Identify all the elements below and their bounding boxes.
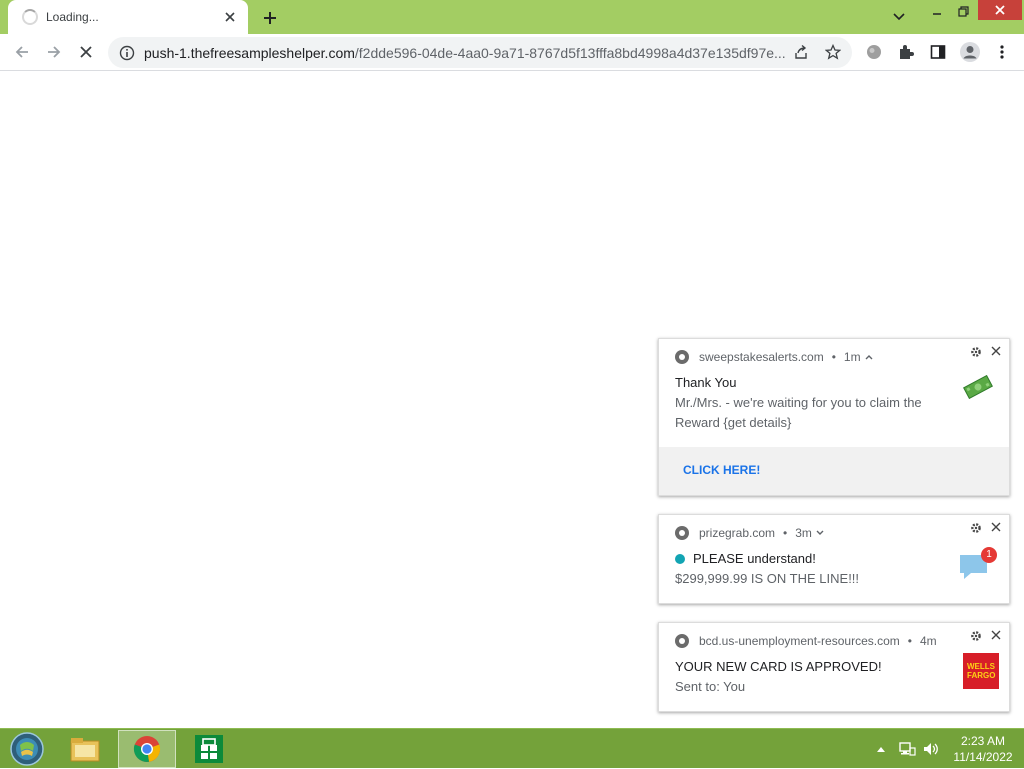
notification-body: $299,999.99 IS ON THE LINE!!! [675,571,860,586]
extensions-puzzle-icon[interactable] [894,40,918,64]
system-clock[interactable]: 2:23 AM 11/14/2022 [948,733,1018,765]
network-icon[interactable] [896,729,918,769]
tab-title: Loading... [46,10,99,24]
side-panel-icon[interactable] [926,40,950,64]
notification-title-text: PLEASE understand! [693,551,816,566]
separator-dot: • [907,634,912,648]
chrome-icon [675,526,689,540]
notification-header: bcd.us-unemployment-resources.com • 4m [675,633,937,649]
chrome-icon [675,634,689,648]
expand-chevron-icon[interactable] [816,528,824,538]
url-path: /f2dde596-04de-4aa0-9a71-8767d5f13fffa8b… [354,44,786,61]
taskbar: 2:23 AM 11/14/2022 [0,728,1024,768]
new-tab-button[interactable] [258,6,282,30]
notification-settings-gear-icon[interactable] [969,521,983,535]
stop-loading-button[interactable] [74,40,98,64]
loading-spinner-icon [22,9,38,25]
file-explorer-icon[interactable] [62,730,108,768]
url-host: push-1.thefreesampleshelper.com [144,44,355,61]
separator-dot: • [831,350,836,364]
notification-header: prizegrab.com • 3m [675,525,824,541]
notification-settings-gear-icon[interactable] [969,345,983,359]
cash-icon [963,374,993,400]
notification-card[interactable]: prizegrab.com • 3m PLEASE understand! $2… [658,514,1010,604]
click-here-button[interactable]: CLICK HERE! [683,463,760,477]
tab-search-chevron-icon[interactable] [886,6,912,28]
volume-icon[interactable] [920,729,942,769]
notification-card[interactable]: bcd.us-unemployment-resources.com • 4m Y… [658,622,1010,712]
browser-tab[interactable]: Loading... [8,0,248,34]
notification-title: PLEASE understand! [675,551,816,566]
wells-fargo-logo-text: WELLS FARGO [967,662,996,680]
notification-time: 1m [843,350,861,364]
collapse-chevron-icon[interactable] [865,352,873,362]
share-icon[interactable] [790,41,812,63]
chrome-taskbar-icon[interactable] [118,730,176,768]
notification-time: 3m [795,526,812,540]
minimize-button[interactable] [924,0,950,22]
clock-date: 11/14/2022 [953,750,1013,764]
wells-fargo-logo: WELLS FARGO [963,653,999,689]
window-close-button[interactable] [978,0,1022,20]
profile-avatar-icon[interactable] [958,40,982,64]
store-icon[interactable] [186,730,232,768]
url-text[interactable]: push-1.thefreesampleshelper.com/f2dde596… [144,45,792,61]
notification-settings-gear-icon[interactable] [969,629,983,643]
separator-dot: • [783,526,788,540]
restore-button[interactable] [950,0,976,22]
notification-body: Mr./Mrs. - we're waiting for you to clai… [675,395,922,430]
chat-bubble-icon: 1 [957,547,997,583]
notification-title: YOUR NEW CARD IS APPROVED! [675,659,882,674]
tab-strip: Loading... [0,0,1024,34]
notifications-blocked-icon[interactable] [862,40,886,64]
chrome-icon [675,350,689,364]
browser-toolbar: push-1.thefreesampleshelper.com/f2dde596… [0,34,1024,71]
notification-header: sweepstakesalerts.com • 1m [675,349,873,365]
notification-card[interactable]: sweepstakesalerts.com • 1m Thank You Mr.… [658,338,1010,496]
notification-close-icon[interactable] [989,520,1003,534]
notification-title: Thank You [675,375,737,390]
address-bar[interactable]: push-1.thefreesampleshelper.com/f2dde596… [108,37,852,68]
notification-site: prizegrab.com [699,526,776,540]
notification-site: bcd.us-unemployment-resources.com [699,634,900,648]
notification-close-icon[interactable] [989,344,1003,358]
cyan-dot-icon [675,554,685,564]
clock-time: 2:23 AM [960,734,1006,748]
show-hidden-icons-chevron[interactable] [872,729,890,769]
forward-button[interactable] [42,40,66,64]
notification-body: Sent to: You [675,679,746,694]
back-button[interactable] [10,40,34,64]
notification-close-icon[interactable] [989,628,1003,642]
notification-site: sweepstakesalerts.com [699,350,824,364]
bookmark-star-icon[interactable] [822,41,844,63]
chrome-menu-icon[interactable] [990,40,1014,64]
notification-time: 4m [919,634,937,648]
start-button[interactable] [4,730,50,768]
site-info-icon[interactable] [118,44,136,62]
notification-action-bar: CLICK HERE! [659,447,1009,495]
notification-badge: 1 [981,547,997,563]
tab-close-icon[interactable] [222,9,238,25]
